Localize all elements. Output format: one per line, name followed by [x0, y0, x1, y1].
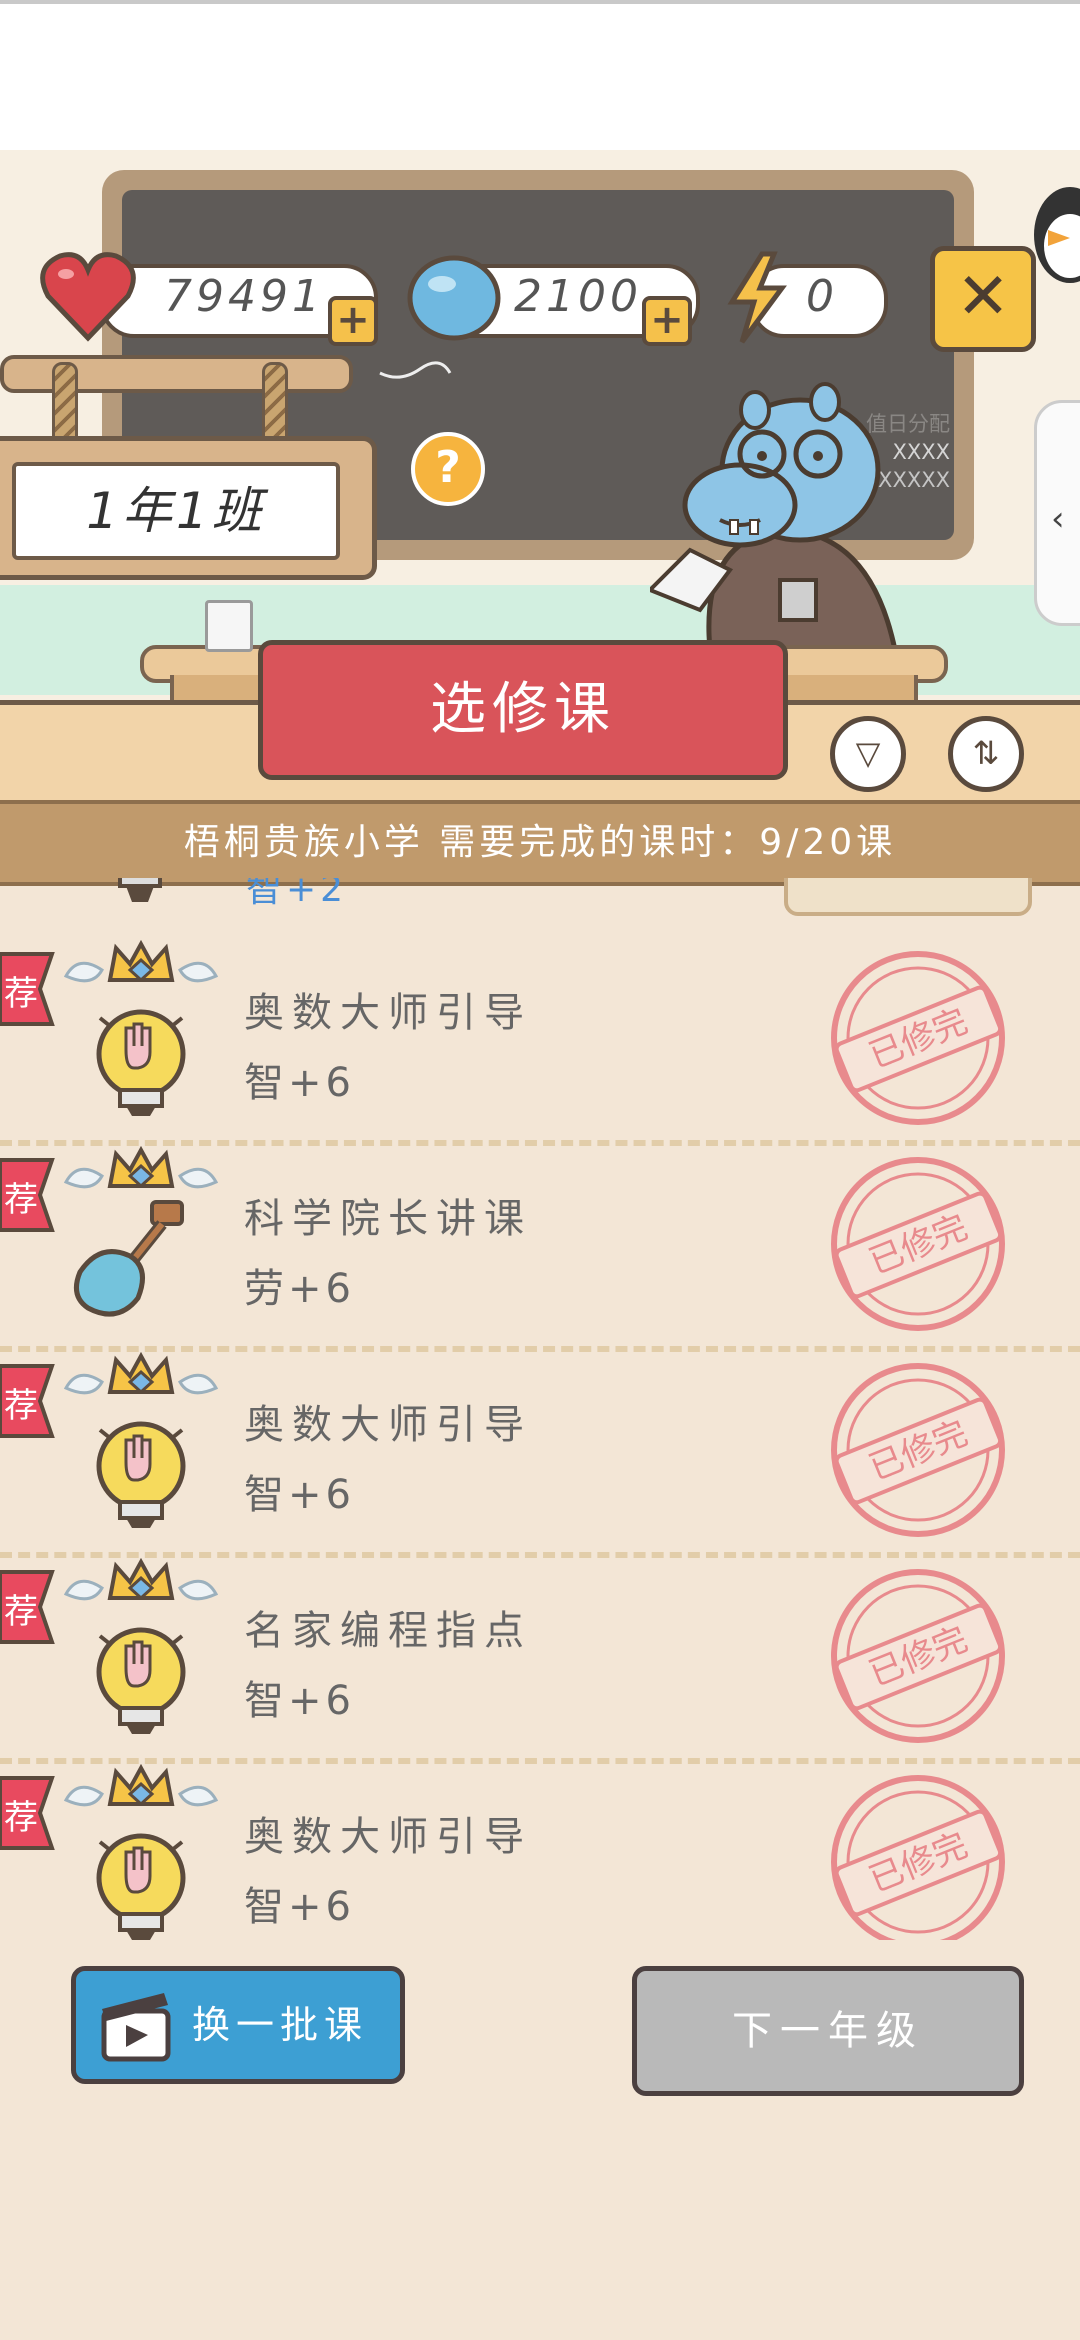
video-clapper-icon: [101, 1993, 171, 2062]
course-name: 奥数大师引导: [244, 1402, 532, 1448]
help-button[interactable]: ?: [411, 432, 485, 506]
lightbulb-icon: [60, 1351, 222, 1532]
sort-icon: ⇅: [972, 734, 1000, 772]
lightbulb-icon: [118, 878, 162, 902]
lightbulb-icon: [60, 1763, 222, 1940]
course-action-button[interactable]: [784, 878, 1032, 916]
course-name: 名家编程指点: [244, 1608, 532, 1654]
swap-label: 换一批课: [192, 2003, 369, 2047]
close-button[interactable]: ✕: [930, 246, 1036, 352]
shovel-icon: [60, 1145, 222, 1326]
list-item[interactable]: 荐 奥数大师引导 智+6 已修完: [0, 1351, 1080, 1558]
list-item[interactable]: 荐 科学院长讲课 劳+6 已修完: [0, 1145, 1080, 1352]
list-item[interactable]: 荐 奥数大师引导 智+6 已修完: [0, 1763, 1080, 1940]
chevron-left-icon: ‹: [1051, 499, 1065, 539]
recommend-tag-label: 荐: [4, 974, 38, 1014]
course-name: 科学院长讲课: [244, 1196, 532, 1242]
lightbulb-icon: [60, 1557, 222, 1738]
recommend-tag: 荐: [0, 1158, 66, 1232]
add-hearts-button[interactable]: +: [328, 296, 378, 346]
class-label[interactable]: 1年1班: [12, 462, 340, 560]
hippo-teacher: [650, 382, 898, 650]
filter-button[interactable]: ▽: [830, 716, 906, 792]
course-stat: 智+2: [246, 878, 348, 910]
course-name: 奥数大师引导: [244, 990, 532, 1036]
recommend-tag-label: 荐: [4, 1592, 38, 1632]
hearts-value: 79491: [164, 271, 324, 322]
course-stat: 智+6: [244, 1884, 355, 1930]
course-name: 奥数大师引导: [244, 1814, 532, 1860]
heart-icon: [40, 252, 136, 342]
lightning-icon: [727, 251, 787, 344]
recommend-tag: 荐: [0, 1364, 66, 1438]
course-list[interactable]: 智+2 荐奥数大师引导 智+6 已修完荐科学院长讲课 劳+6 已修完荐奥数大师引导 智+6…: [0, 878, 1080, 1940]
recommend-tag-label: 荐: [4, 1386, 38, 1426]
lightbulb-icon: [60, 939, 222, 1120]
recommend-tag-label: 荐: [4, 1798, 38, 1838]
pen-cup: [205, 600, 253, 652]
add-coins-button[interactable]: +: [642, 296, 692, 346]
filter-icon: ▽: [855, 734, 881, 772]
list-item[interactable]: 荐 奥数大师引导 智+6 已修完: [0, 939, 1080, 1146]
next-grade-button[interactable]: 下一年级: [632, 1966, 1024, 2096]
progress-info-bar: 梧桐贵族小学 需要完成的课时：9/20课: [0, 800, 1080, 886]
course-stat: 智+6: [244, 1678, 355, 1724]
completed-stamp: 已修完: [828, 1772, 1008, 1940]
completed-stamp: 已修完: [828, 1154, 1008, 1334]
list-item-partial: 智+2: [0, 878, 1080, 940]
course-stat: 劳+6: [244, 1266, 355, 1312]
blue-coin-icon: [407, 255, 501, 341]
recommend-tag-label: 荐: [4, 1180, 38, 1220]
close-icon: ✕: [956, 260, 1010, 334]
course-stat: 智+6: [244, 1472, 355, 1518]
sort-button[interactable]: ⇅: [948, 716, 1024, 792]
side-drawer-tab[interactable]: ‹: [1034, 400, 1080, 626]
top-status-area: [0, 0, 1080, 154]
recommend-tag: 荐: [0, 952, 66, 1026]
completed-stamp: 已修完: [828, 1566, 1008, 1746]
page-title: 选修课: [258, 640, 788, 780]
list-item[interactable]: 荐 名家编程指点 智+6 已修完: [0, 1557, 1080, 1764]
coins-value: 2100: [514, 271, 642, 322]
recommend-tag: 荐: [0, 1776, 66, 1850]
completed-stamp: 已修完: [828, 1360, 1008, 1540]
swap-courses-button[interactable]: 换一批课: [71, 1966, 405, 2084]
completed-stamp: 已修完: [828, 948, 1008, 1128]
course-stat: 智+6: [244, 1060, 355, 1106]
recommend-tag: 荐: [0, 1570, 66, 1644]
energy-value: 0: [806, 271, 838, 322]
qq-penguin-icon[interactable]: [1030, 180, 1080, 290]
